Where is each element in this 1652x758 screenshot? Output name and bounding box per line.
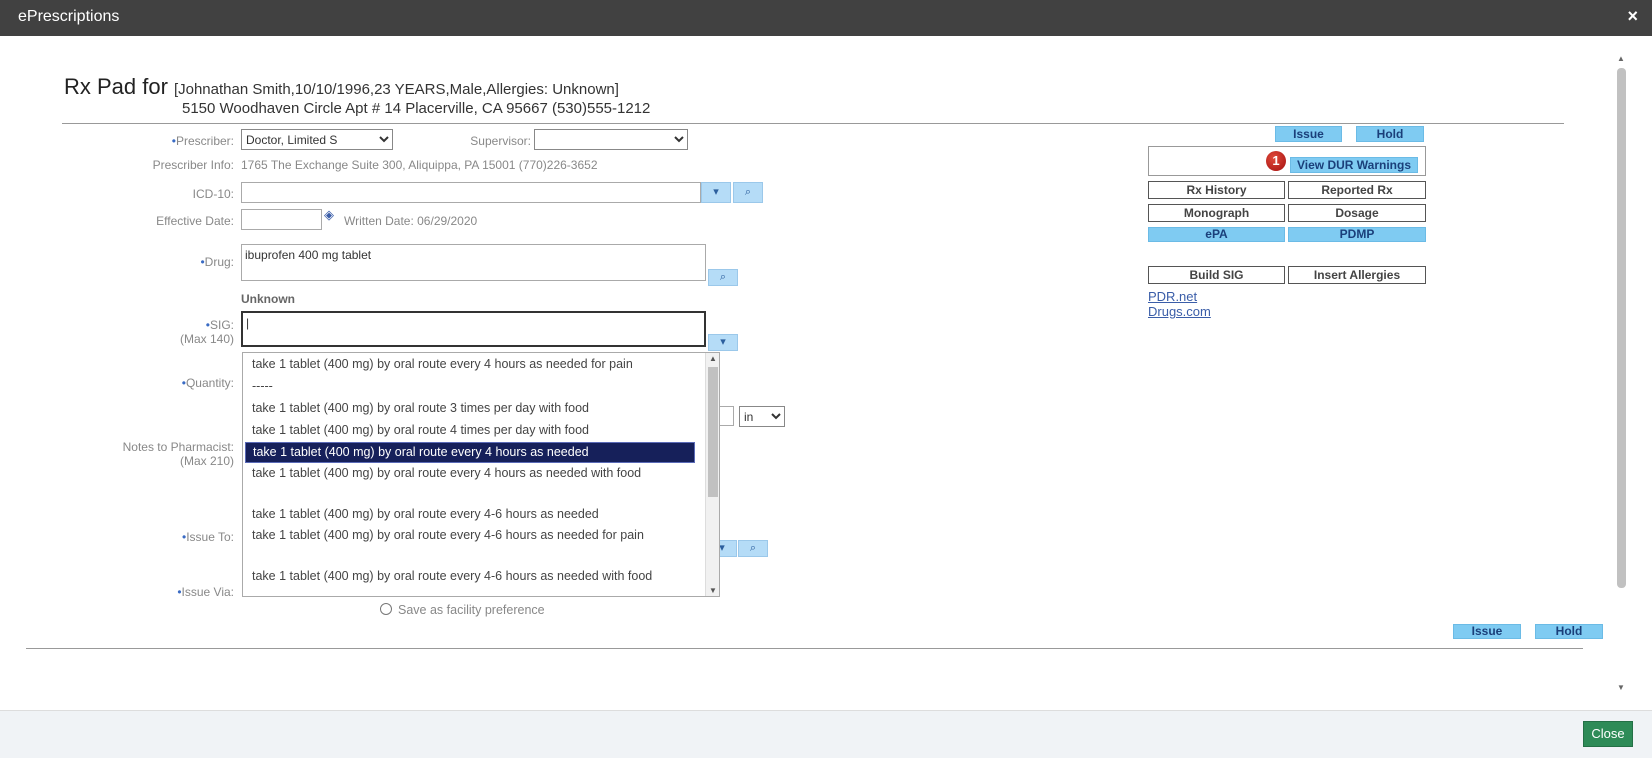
rx-pad-heading: Rx Pad for [Johnathan Smith,10/10/1996,23… xyxy=(64,74,650,117)
sig-dropdown-scrollbar[interactable]: ▲ ▼ xyxy=(705,353,719,596)
page-scrollbar[interactable]: ▲ ▼ xyxy=(1612,54,1630,692)
sig-label: •SIG: xyxy=(205,318,234,332)
scroll-up-icon[interactable]: ▲ xyxy=(709,354,717,363)
sig-option[interactable]: take 1 tablet (400 mg) by oral route eve… xyxy=(245,464,695,483)
issue-button-bottom[interactable]: Issue xyxy=(1453,624,1521,639)
scroll-down-icon[interactable]: ▼ xyxy=(709,586,717,595)
notes-label: Notes to Pharmacist: xyxy=(122,440,234,454)
hold-button-top[interactable]: Hold xyxy=(1356,126,1424,142)
prescriber-info-label: Prescriber Info: xyxy=(152,158,234,172)
quantity-label: •Quantity: xyxy=(181,376,234,390)
dur-warning-badge: 1 xyxy=(1266,151,1286,171)
sig-option[interactable]: take 1 tablet (400 mg) by oral route eve… xyxy=(245,526,695,545)
chevron-down-icon: ▾ xyxy=(719,542,725,554)
chevron-down-icon: ▾ xyxy=(720,336,726,348)
issue-to-label: •Issue To: xyxy=(181,530,234,544)
issue-via-label: •Issue Via: xyxy=(177,585,234,599)
patient-info: [Johnathan Smith,10/10/1996,23 YEARS,Mal… xyxy=(173,81,619,98)
dialog-footer: Close xyxy=(0,710,1652,758)
facility-pref-label: Save as facility preference xyxy=(398,603,545,617)
drug-status: Unknown xyxy=(241,292,295,306)
effective-date-input[interactable] xyxy=(241,209,322,230)
sig-dropdown-list[interactable]: take 1 tablet (400 mg) by oral route eve… xyxy=(242,352,720,597)
sig-option[interactable]: take 1 tablet (400 mg) by oral route 4 t… xyxy=(245,421,695,440)
icd10-input[interactable] xyxy=(241,182,701,203)
window-titlebar: ePrescriptions × xyxy=(0,0,1652,36)
prescriber-label: •Prescriber: xyxy=(171,134,234,148)
sig-dropdown-button[interactable]: ▾ xyxy=(708,334,738,351)
sig-input[interactable]: | xyxy=(241,311,706,347)
calendar-icon[interactable]: ◈ xyxy=(324,207,334,223)
bottom-divider xyxy=(26,648,1583,649)
hold-button-bottom[interactable]: Hold xyxy=(1535,624,1603,639)
close-button[interactable]: Close xyxy=(1583,721,1633,747)
drug-input[interactable]: ibuprofen 400 mg tablet xyxy=(241,244,706,281)
monograph-button[interactable]: Monograph xyxy=(1148,204,1285,222)
search-icon: ⌕ xyxy=(719,271,727,283)
pdmp-button[interactable]: PDMP xyxy=(1288,227,1426,242)
dur-warning-box: 1 View DUR Warnings xyxy=(1148,146,1426,176)
supervisor-select[interactable] xyxy=(534,129,688,150)
pdr-link[interactable]: PDR.net xyxy=(1148,289,1197,304)
view-dur-warnings-button[interactable]: View DUR Warnings xyxy=(1290,157,1418,173)
scroll-up-icon[interactable]: ▲ xyxy=(1617,54,1625,63)
chevron-down-icon: ▾ xyxy=(713,186,719,198)
issue-button-top[interactable]: Issue xyxy=(1275,126,1342,142)
search-icon: ⌕ xyxy=(744,186,752,198)
sig-option[interactable]: take 1 tablet (400 mg) by oral route eve… xyxy=(245,355,695,374)
drug-label: •Drug: xyxy=(200,255,234,269)
drug-search-button[interactable]: ⌕ xyxy=(708,269,738,286)
rx-pad-label: Rx Pad for xyxy=(64,74,168,99)
rx-history-button[interactable]: Rx History xyxy=(1148,181,1285,199)
close-icon[interactable]: × xyxy=(1627,6,1638,27)
icd10-dropdown-button[interactable]: ▾ xyxy=(701,182,731,203)
search-icon: ⌕ xyxy=(749,542,757,554)
insert-allergies-button[interactable]: Insert Allergies xyxy=(1288,266,1426,284)
page-scroll-thumb[interactable] xyxy=(1617,68,1626,588)
supervisor-label: Supervisor: xyxy=(470,134,531,148)
window-title: ePrescriptions xyxy=(18,8,120,25)
sig-option[interactable]: take 1 tablet (400 mg) by oral route eve… xyxy=(245,567,695,586)
heading-divider xyxy=(62,123,1564,124)
prescriber-info-value: 1765 The Exchange Suite 300, Aliquippa, … xyxy=(241,158,598,172)
issue-to-search-button[interactable]: ⌕ xyxy=(738,540,768,557)
patient-address: 5150 Woodhaven Circle Apt # 14 Placervil… xyxy=(182,100,651,117)
unit-select[interactable]: in xyxy=(739,406,785,427)
dosage-button[interactable]: Dosage xyxy=(1288,204,1426,222)
sig-max: (Max 140) xyxy=(179,332,234,346)
scroll-down-icon[interactable]: ▼ xyxy=(1617,683,1625,692)
sig-dropdown-scroll-thumb[interactable] xyxy=(708,367,718,497)
build-sig-button[interactable]: Build SIG xyxy=(1148,266,1285,284)
sig-option[interactable]: take 1 tablet (400 mg) by oral route 3 t… xyxy=(245,399,695,418)
epa-button[interactable]: ePA xyxy=(1148,227,1285,242)
written-date: Written Date: 06/29/2020 xyxy=(344,214,478,228)
rx-pad-content: Rx Pad for [Johnathan Smith,10/10/1996,23… xyxy=(0,36,1652,710)
prescriber-select[interactable]: Doctor, Limited S xyxy=(241,129,393,150)
sig-option-separator: ----- xyxy=(252,379,273,393)
sig-option[interactable]: take 1 tablet (400 mg) by oral route eve… xyxy=(245,505,695,524)
effective-date-label: Effective Date: xyxy=(156,214,234,228)
icd10-label: ICD-10: xyxy=(192,187,234,201)
icd10-search-button[interactable]: ⌕ xyxy=(733,182,763,203)
sig-option-selected[interactable]: take 1 tablet (400 mg) by oral route eve… xyxy=(245,442,695,463)
drugs-com-link[interactable]: Drugs.com xyxy=(1148,304,1211,319)
reported-rx-button[interactable]: Reported Rx xyxy=(1288,181,1426,199)
facility-pref-radio[interactable] xyxy=(380,603,392,615)
notes-max: (Max 210) xyxy=(179,454,234,468)
